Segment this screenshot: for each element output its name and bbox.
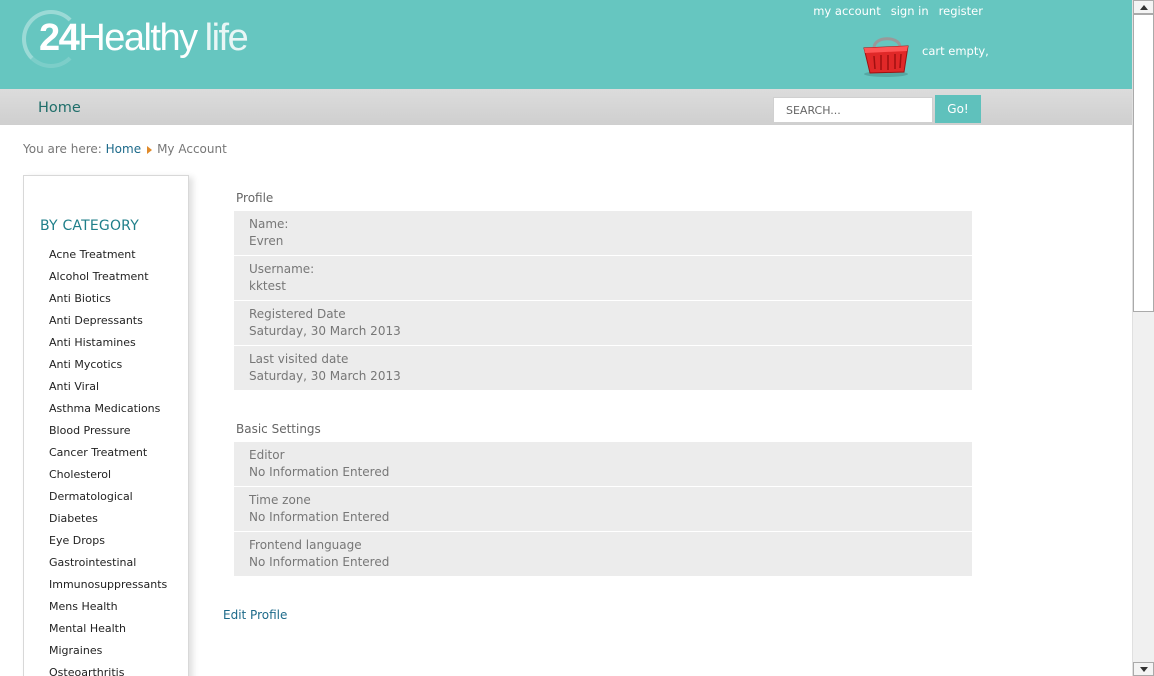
sidebar-title: BY CATEGORY — [40, 218, 139, 234]
row-value: Saturday, 30 March 2013 — [249, 324, 401, 338]
category-item: Dermatological — [49, 490, 167, 512]
category-link[interactable]: Cancer Treatment — [49, 446, 147, 459]
search-go-button[interactable]: Go! — [935, 95, 981, 123]
category-link[interactable]: Migraines — [49, 644, 102, 657]
row-value: No Information Entered — [249, 510, 390, 524]
arrow-up-icon — [1140, 5, 1148, 10]
row-label: Editor — [249, 448, 285, 462]
category-link[interactable]: Gastrointestinal — [49, 556, 136, 569]
row-label: Name: — [249, 217, 289, 231]
logo-suffix: life — [204, 17, 249, 59]
category-item: Mens Health — [49, 600, 167, 622]
category-item: Eye Drops — [49, 534, 167, 556]
my-account-link[interactable]: my account — [813, 4, 880, 18]
header: 24Healthy life my account sign in register … — [0, 0, 1132, 89]
settings-row-frontend-language: Frontend language No Information Entered — [234, 532, 972, 576]
row-value: Saturday, 30 March 2013 — [249, 369, 401, 383]
category-item: Cholesterol — [49, 468, 167, 490]
row-value: kktest — [249, 279, 286, 293]
row-label: Username: — [249, 262, 315, 276]
category-link[interactable]: Blood Pressure — [49, 424, 131, 437]
category-link[interactable]: Anti Biotics — [49, 292, 111, 305]
category-item: Anti Mycotics — [49, 358, 167, 380]
profile-row-username: Username: kktest — [234, 256, 972, 300]
row-label: Last visited date — [249, 352, 349, 366]
category-link[interactable]: Acne Treatment — [49, 248, 136, 261]
category-link[interactable]: Dermatological — [49, 490, 133, 503]
category-link[interactable]: Mental Health — [49, 622, 126, 635]
cart-status: cart empty, — [922, 44, 989, 58]
profile-row-registered-date: Registered Date Saturday, 30 March 2013 — [234, 301, 972, 345]
category-link[interactable]: Alcohol Treatment — [49, 270, 149, 283]
logo-word: Healthy — [78, 17, 198, 59]
nav-bar: Home Go! — [0, 89, 1132, 125]
category-item: Anti Histamines — [49, 336, 167, 358]
page: 24Healthy life my account sign in register … — [0, 0, 1132, 676]
basic-settings-title: Basic Settings — [236, 422, 321, 436]
category-link[interactable]: Asthma Medications — [49, 402, 160, 415]
category-item: Cancer Treatment — [49, 446, 167, 468]
logo-number: 24 — [39, 17, 80, 59]
category-link[interactable]: Anti Mycotics — [49, 358, 122, 371]
breadcrumb-prefix: You are here: — [23, 142, 102, 156]
category-list: Acne Treatment Alcohol Treatment Anti Bi… — [49, 248, 167, 676]
category-item: Asthma Medications — [49, 402, 167, 424]
category-item: Mental Health — [49, 622, 167, 644]
arrow-down-icon — [1140, 667, 1148, 672]
category-item: Acne Treatment — [49, 248, 167, 270]
category-item: Gastrointestinal — [49, 556, 167, 578]
breadcrumb-arrow-icon — [147, 145, 153, 154]
row-label: Registered Date — [249, 307, 346, 321]
category-item: Osteoarthritis — [49, 666, 167, 676]
register-link[interactable]: register — [939, 4, 983, 18]
scrollbar-thumb[interactable] — [1133, 14, 1154, 312]
breadcrumb: You are here: Home My Account — [23, 142, 227, 156]
category-item: Immunosuppressants — [49, 578, 167, 600]
settings-row-time-zone: Time zone No Information Entered — [234, 487, 972, 531]
sign-in-link[interactable]: sign in — [891, 4, 929, 18]
category-sidebar: BY CATEGORY Acne Treatment Alcohol Treat… — [23, 175, 189, 676]
vertical-scrollbar[interactable] — [1132, 0, 1154, 676]
category-link[interactable]: Mens Health — [49, 600, 118, 613]
top-links: my account sign in register — [803, 4, 983, 18]
row-value: Evren — [249, 234, 284, 248]
category-item: Migraines — [49, 644, 167, 666]
category-item: Anti Depressants — [49, 314, 167, 336]
row-value: No Information Entered — [249, 555, 390, 569]
category-item: Anti Viral — [49, 380, 167, 402]
settings-row-editor: Editor No Information Entered — [234, 442, 972, 486]
row-label: Time zone — [249, 493, 311, 507]
scroll-down-button[interactable] — [1133, 662, 1154, 676]
row-value: No Information Entered — [249, 465, 390, 479]
category-item: Alcohol Treatment — [49, 270, 167, 292]
basic-settings-details: Editor No Information Entered Time zone … — [234, 442, 972, 577]
category-link[interactable]: Diabetes — [49, 512, 98, 525]
logo-text: 24Healthy life — [39, 16, 249, 60]
category-link[interactable]: Osteoarthritis — [49, 666, 124, 676]
profile-section-title: Profile — [236, 191, 274, 205]
site-logo[interactable]: 24Healthy life — [22, 8, 282, 68]
profile-details: Name: Evren Username: kktest Registered … — [234, 211, 972, 391]
category-item: Anti Biotics — [49, 292, 167, 314]
category-link[interactable]: Eye Drops — [49, 534, 105, 547]
row-label: Frontend language — [249, 538, 362, 552]
category-link[interactable]: Immunosuppressants — [49, 578, 167, 591]
breadcrumb-current: My Account — [157, 142, 227, 156]
category-link[interactable]: Anti Viral — [49, 380, 99, 393]
category-item: Blood Pressure — [49, 424, 167, 446]
nav-home-link[interactable]: Home — [38, 100, 81, 116]
category-link[interactable]: Anti Depressants — [49, 314, 143, 327]
breadcrumb-home-link[interactable]: Home — [106, 142, 141, 156]
search-input[interactable] — [773, 97, 933, 123]
profile-row-last-visited: Last visited date Saturday, 30 March 201… — [234, 346, 972, 390]
category-item: Diabetes — [49, 512, 167, 534]
profile-row-name: Name: Evren — [234, 211, 972, 255]
edit-profile-link[interactable]: Edit Profile — [223, 608, 287, 622]
category-link[interactable]: Anti Histamines — [49, 336, 136, 349]
scroll-up-button[interactable] — [1133, 0, 1154, 14]
category-link[interactable]: Cholesterol — [49, 468, 111, 481]
shopping-basket-icon[interactable] — [860, 34, 912, 78]
